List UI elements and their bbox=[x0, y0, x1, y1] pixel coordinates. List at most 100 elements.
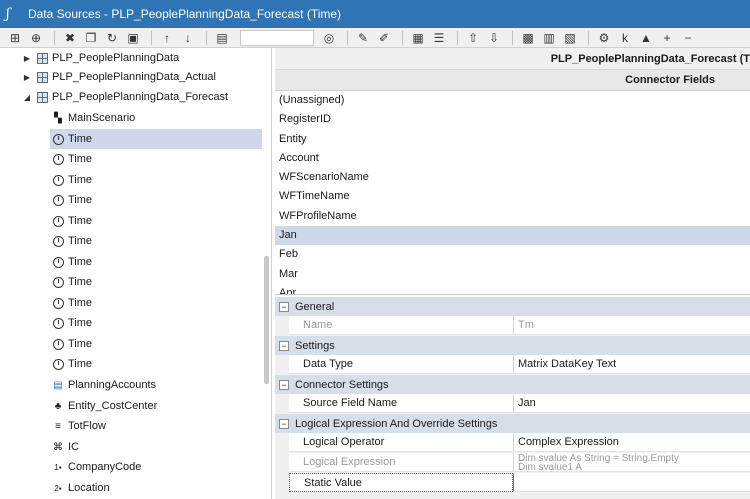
tree-item-label: IC bbox=[68, 441, 79, 453]
tree-item-label: PlanningAccounts bbox=[68, 379, 157, 391]
tree-item-label: Time bbox=[68, 215, 93, 227]
tree-item[interactable]: Time bbox=[52, 293, 262, 313]
delete-icon[interactable]: ✖ bbox=[61, 30, 79, 46]
tree-item[interactable]: ▶ PLP_PeoplePlanningData_Actual bbox=[22, 67, 262, 87]
move-up-icon[interactable]: ↑ bbox=[158, 30, 176, 46]
tree-item[interactable]: ▶ PLP_PeoplePlanningData bbox=[22, 48, 262, 68]
tree-item[interactable]: Time bbox=[52, 313, 262, 333]
tree-item[interactable]: Time bbox=[52, 170, 262, 190]
edit-alt-icon[interactable]: ✐ bbox=[375, 30, 393, 46]
expand-caret-icon[interactable]: ▶ bbox=[22, 54, 32, 63]
tree-item[interactable]: ♣ Entity_CostCenter bbox=[52, 396, 262, 416]
field-item[interactable]: (Unassigned) bbox=[275, 91, 750, 110]
add-decimal-icon[interactable]: + bbox=[658, 30, 676, 46]
toolbar-separator bbox=[151, 30, 152, 45]
connector-fields-column-header[interactable]: Connector Fields bbox=[275, 70, 750, 91]
add-dimension-icon[interactable]: ⊕ bbox=[27, 30, 45, 46]
refresh-icon[interactable]: ↻ bbox=[103, 30, 121, 46]
field-item[interactable]: WFScenarioName bbox=[275, 168, 750, 187]
settings-icon[interactable]: ⚙ bbox=[595, 30, 613, 46]
connector-fields-list: (Unassigned) RegisterID Entity Account W… bbox=[275, 91, 750, 295]
tree-item[interactable]: Time bbox=[52, 354, 262, 374]
tree-item[interactable]: 1 ▪ CompanyCode bbox=[52, 457, 262, 477]
clock-icon bbox=[52, 235, 64, 247]
tree-item-label: Time bbox=[68, 317, 93, 329]
table-header: PLP_PeoplePlanningData_Forecast (T bbox=[275, 48, 750, 70]
tree-item[interactable]: Time bbox=[52, 211, 262, 231]
property-row-static-value: Static Value bbox=[275, 473, 750, 492]
tree-item[interactable]: Time bbox=[52, 149, 262, 169]
move-down-icon[interactable]: ↓ bbox=[179, 30, 197, 46]
tree-item[interactable]: Time bbox=[52, 272, 262, 292]
field-item[interactable]: Mar bbox=[275, 265, 750, 284]
collapse-caret-icon[interactable]: ◢ bbox=[22, 93, 32, 102]
collapse-toggle-icon[interactable]: − bbox=[279, 418, 289, 429]
clock-icon bbox=[52, 338, 64, 350]
export-icon[interactable]: ⇩ bbox=[485, 30, 503, 46]
tree-item[interactable]: Time bbox=[52, 190, 262, 210]
row-gutter bbox=[275, 473, 289, 492]
property-value[interactable]: Tm bbox=[513, 316, 750, 335]
tree-item[interactable]: 2 ▪ Location bbox=[52, 478, 262, 498]
add-data-source-icon[interactable]: ⊞ bbox=[6, 30, 24, 46]
table-icon[interactable]: ▥ bbox=[540, 30, 558, 46]
tree-item-label: TotFlow bbox=[68, 420, 106, 432]
thousands-icon[interactable]: k bbox=[616, 30, 634, 46]
collapse-toggle-icon[interactable]: − bbox=[279, 340, 289, 351]
tree-item[interactable]: ⌘ IC bbox=[52, 437, 262, 457]
binoculars-icon[interactable]: ◎ bbox=[320, 30, 338, 46]
tree-item[interactable]: Time bbox=[50, 129, 262, 149]
property-row-source-field: Source Field Name Jan bbox=[275, 394, 750, 413]
save-icon[interactable]: ▣ bbox=[124, 30, 142, 46]
field-item[interactable]: WFProfileName bbox=[275, 207, 750, 226]
increase-icon[interactable]: ▲ bbox=[637, 30, 655, 46]
property-value[interactable]: Complex Expression bbox=[513, 433, 750, 452]
static-value-input[interactable] bbox=[513, 473, 750, 492]
row-gutter bbox=[275, 316, 289, 335]
category-general[interactable]: − General bbox=[275, 297, 750, 316]
calculator-icon[interactable]: ▩ bbox=[519, 30, 537, 46]
flow-icon: ≡ bbox=[55, 420, 61, 432]
import-icon[interactable]: ⇧ bbox=[464, 30, 482, 46]
field-item[interactable]: Apr bbox=[275, 284, 750, 294]
tree-item-label: Entity_CostCenter bbox=[68, 400, 158, 412]
ud-icon: 1 ▪ bbox=[54, 462, 62, 472]
document-icon[interactable]: ▤ bbox=[213, 30, 231, 46]
property-value[interactable]: Jan bbox=[513, 394, 750, 413]
expand-caret-icon[interactable]: ▶ bbox=[22, 73, 32, 82]
edit-pencil-icon[interactable]: ✎ bbox=[354, 30, 372, 46]
tree-item-label: Time bbox=[68, 358, 93, 370]
collapse-toggle-icon[interactable]: − bbox=[279, 379, 289, 390]
field-item[interactable]: Entity bbox=[275, 130, 750, 149]
remove-decimal-icon[interactable]: − bbox=[679, 30, 697, 46]
category-settings[interactable]: − Settings bbox=[275, 336, 750, 355]
property-name: Static Value bbox=[289, 473, 513, 492]
search-input[interactable] bbox=[240, 29, 314, 46]
row-gutter bbox=[275, 355, 289, 374]
category-connector-settings[interactable]: − Connector Settings bbox=[275, 375, 750, 394]
tree-item[interactable]: ▚ MainScenario bbox=[52, 108, 262, 128]
chart-icon[interactable]: ▧ bbox=[561, 30, 579, 46]
tree-item[interactable]: ◢ PLP_PeoplePlanningData_Forecast bbox=[22, 87, 262, 107]
category-logical-expression[interactable]: − Logical Expression And Override Settin… bbox=[275, 414, 750, 433]
tree-item[interactable]: Time bbox=[52, 334, 262, 354]
grid-icon[interactable]: ▦ bbox=[409, 30, 427, 46]
list-icon[interactable]: ☰ bbox=[430, 30, 448, 46]
tree-item[interactable]: Time bbox=[52, 252, 262, 272]
tree-item-label: Time bbox=[68, 256, 93, 268]
tree-item[interactable]: Time bbox=[52, 231, 262, 251]
property-value[interactable]: Dim svalue As String = String.Empty Dim … bbox=[513, 453, 750, 472]
copy-icon[interactable]: ❐ bbox=[82, 30, 100, 46]
property-row-data-type: Data Type Matrix DataKey Text bbox=[275, 355, 750, 374]
tree-scrollbar-thumb[interactable] bbox=[264, 256, 269, 384]
property-value[interactable]: Matrix DataKey Text bbox=[513, 355, 750, 374]
tree-item[interactable]: ≡ TotFlow bbox=[52, 416, 262, 436]
field-item[interactable]: Account bbox=[275, 149, 750, 168]
tree-item[interactable]: ▤ PlanningAccounts bbox=[52, 375, 262, 395]
table-grid-icon bbox=[36, 71, 48, 83]
field-item-selected[interactable]: Jan bbox=[275, 226, 750, 246]
field-item[interactable]: RegisterID bbox=[275, 110, 750, 129]
collapse-toggle-icon[interactable]: − bbox=[279, 301, 289, 312]
field-item[interactable]: Feb bbox=[275, 245, 750, 264]
field-item[interactable]: WFTimeName bbox=[275, 187, 750, 206]
